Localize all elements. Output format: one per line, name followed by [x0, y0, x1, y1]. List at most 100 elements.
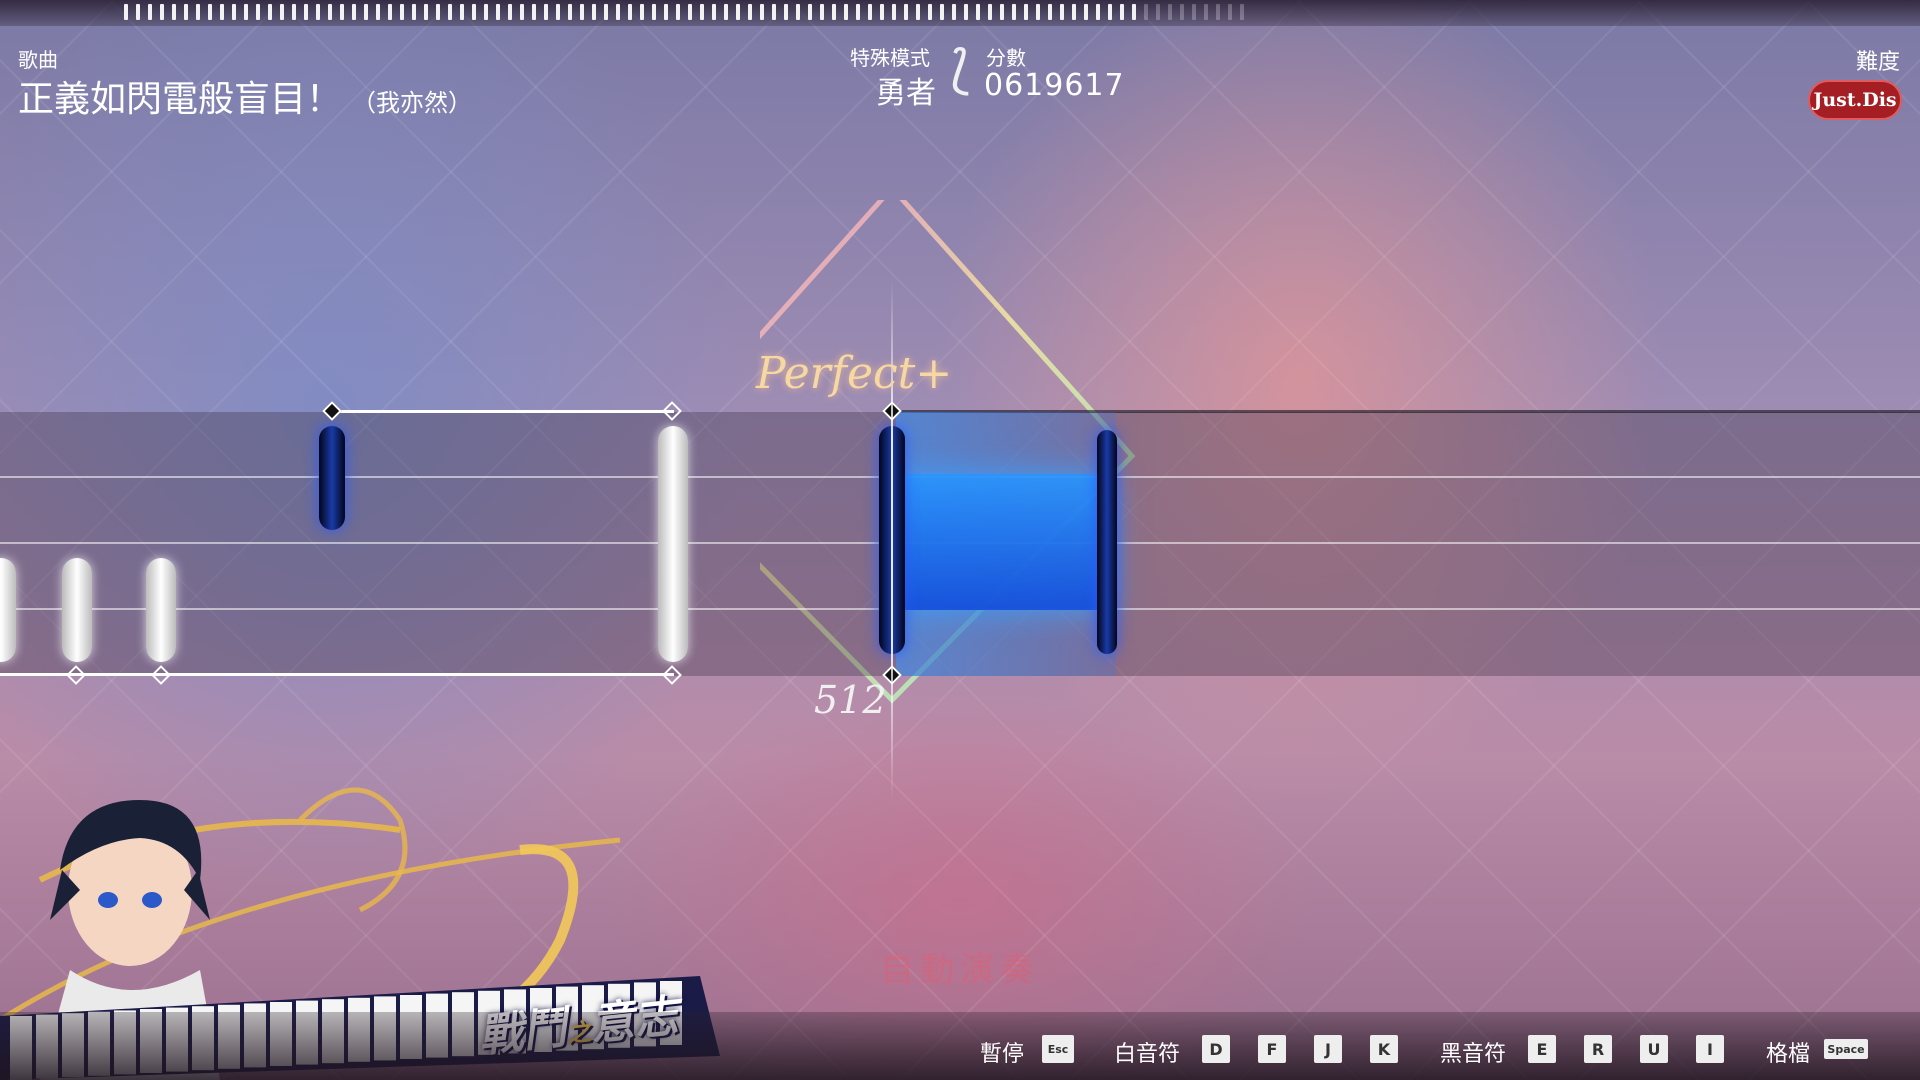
progress-tick [652, 4, 656, 20]
progress-tick [1024, 4, 1028, 20]
progress-tick [532, 4, 536, 20]
progress-tick [484, 4, 488, 20]
progress-tick [520, 4, 524, 20]
progress-tick [1168, 4, 1172, 20]
progress-tick [640, 4, 644, 20]
progress-tick [1048, 4, 1052, 20]
white-key-1[interactable]: D [1202, 1035, 1230, 1063]
progress-tick [844, 4, 848, 20]
progress-tick [1084, 4, 1088, 20]
progress-tick [400, 4, 404, 20]
black-note [1097, 430, 1117, 654]
progress-tick [868, 4, 872, 20]
combo-count: 512 [814, 678, 887, 722]
autoplay-indicator: 自動演奏 [880, 950, 1040, 990]
progress-tick [724, 4, 728, 20]
white-note [146, 558, 176, 662]
progress-tick [664, 4, 668, 20]
lane-top-edge [332, 410, 674, 413]
progress-tick [172, 4, 176, 20]
progress-tick [220, 4, 224, 20]
progress-tick [832, 4, 836, 20]
progress-tick [328, 4, 332, 20]
progress-tick [208, 4, 212, 20]
progress-tick [1120, 4, 1124, 20]
progress-tick [1036, 4, 1040, 20]
progress-bar [0, 0, 1920, 26]
pause-key[interactable]: Esc [1042, 1035, 1074, 1063]
progress-tick [376, 4, 380, 20]
progress-tick [628, 4, 632, 20]
progress-tick [340, 4, 344, 20]
progress-tick [412, 4, 416, 20]
progress-tick [940, 4, 944, 20]
progress-tick [556, 4, 560, 20]
song-label: 歌曲 [18, 48, 58, 72]
progress-tick [292, 4, 296, 20]
black-note [319, 426, 345, 530]
progress-tick [460, 4, 464, 20]
black-key-3[interactable]: U [1640, 1035, 1668, 1063]
score-label: 分數 [986, 46, 1026, 70]
progress-tick [964, 4, 968, 20]
pause-label: 暫停 [980, 1042, 1025, 1067]
progress-tick [1180, 4, 1184, 20]
progress-tick [496, 4, 500, 20]
progress-tick [1144, 4, 1148, 20]
progress-tick [568, 4, 572, 20]
difficulty-label: 難度 [1855, 50, 1900, 75]
progress-tick [712, 4, 716, 20]
progress-tick [856, 4, 860, 20]
mode-value: 勇者 [876, 76, 936, 111]
black-note-label: 黑音符 [1440, 1042, 1507, 1067]
mode-label: 特殊模式 [850, 46, 930, 70]
black-key-4[interactable]: I [1696, 1035, 1724, 1063]
progress-tick [604, 4, 608, 20]
progress-tick [424, 4, 428, 20]
progress-tick [1192, 4, 1196, 20]
controls-bar [0, 1012, 1920, 1080]
white-key-4[interactable]: K [1370, 1035, 1398, 1063]
hold-note-bar [900, 474, 1110, 610]
progress-tick [1060, 4, 1064, 20]
progress-tick [280, 4, 284, 20]
progress-tick [124, 4, 128, 20]
progress-tick [736, 4, 740, 20]
difficulty-badge: Just.Dis [1808, 80, 1902, 120]
judgement-text: Perfect+ [756, 348, 953, 399]
song-title: 正義如閃電般盲目！ （我亦然） [18, 70, 472, 122]
space-key[interactable]: Space [1824, 1039, 1868, 1059]
progress-tick [316, 4, 320, 20]
progress-tick [472, 4, 476, 20]
progress-tick [268, 4, 272, 20]
progress-tick [1216, 4, 1220, 20]
progress-tick [1012, 4, 1016, 20]
screenshot-label: 格檔 [1766, 1042, 1811, 1067]
score-value: 0619617 [984, 68, 1125, 103]
progress-tick [688, 4, 692, 20]
progress-tick [544, 4, 548, 20]
progress-tick [352, 4, 356, 20]
white-key-2[interactable]: F [1258, 1035, 1286, 1063]
progress-tick [796, 4, 800, 20]
progress-tick [988, 4, 992, 20]
progress-tick [232, 4, 236, 20]
progress-tick [448, 4, 452, 20]
progress-tick [976, 4, 980, 20]
black-key-2[interactable]: R [1584, 1035, 1612, 1063]
progress-tick [760, 4, 764, 20]
black-key-1[interactable]: E [1528, 1035, 1556, 1063]
progress-tick [1096, 4, 1100, 20]
progress-tick [364, 4, 368, 20]
progress-tick [160, 4, 164, 20]
white-note [62, 558, 92, 662]
progress-tick [892, 4, 896, 20]
progress-tick [880, 4, 884, 20]
white-note-label: 白音符 [1114, 1042, 1181, 1067]
progress-tick [592, 4, 596, 20]
progress-tick [700, 4, 704, 20]
song-artist: （我亦然） [352, 89, 473, 117]
white-key-3[interactable]: J [1314, 1035, 1342, 1063]
progress-tick [304, 4, 308, 20]
progress-ticks [124, 4, 1244, 20]
